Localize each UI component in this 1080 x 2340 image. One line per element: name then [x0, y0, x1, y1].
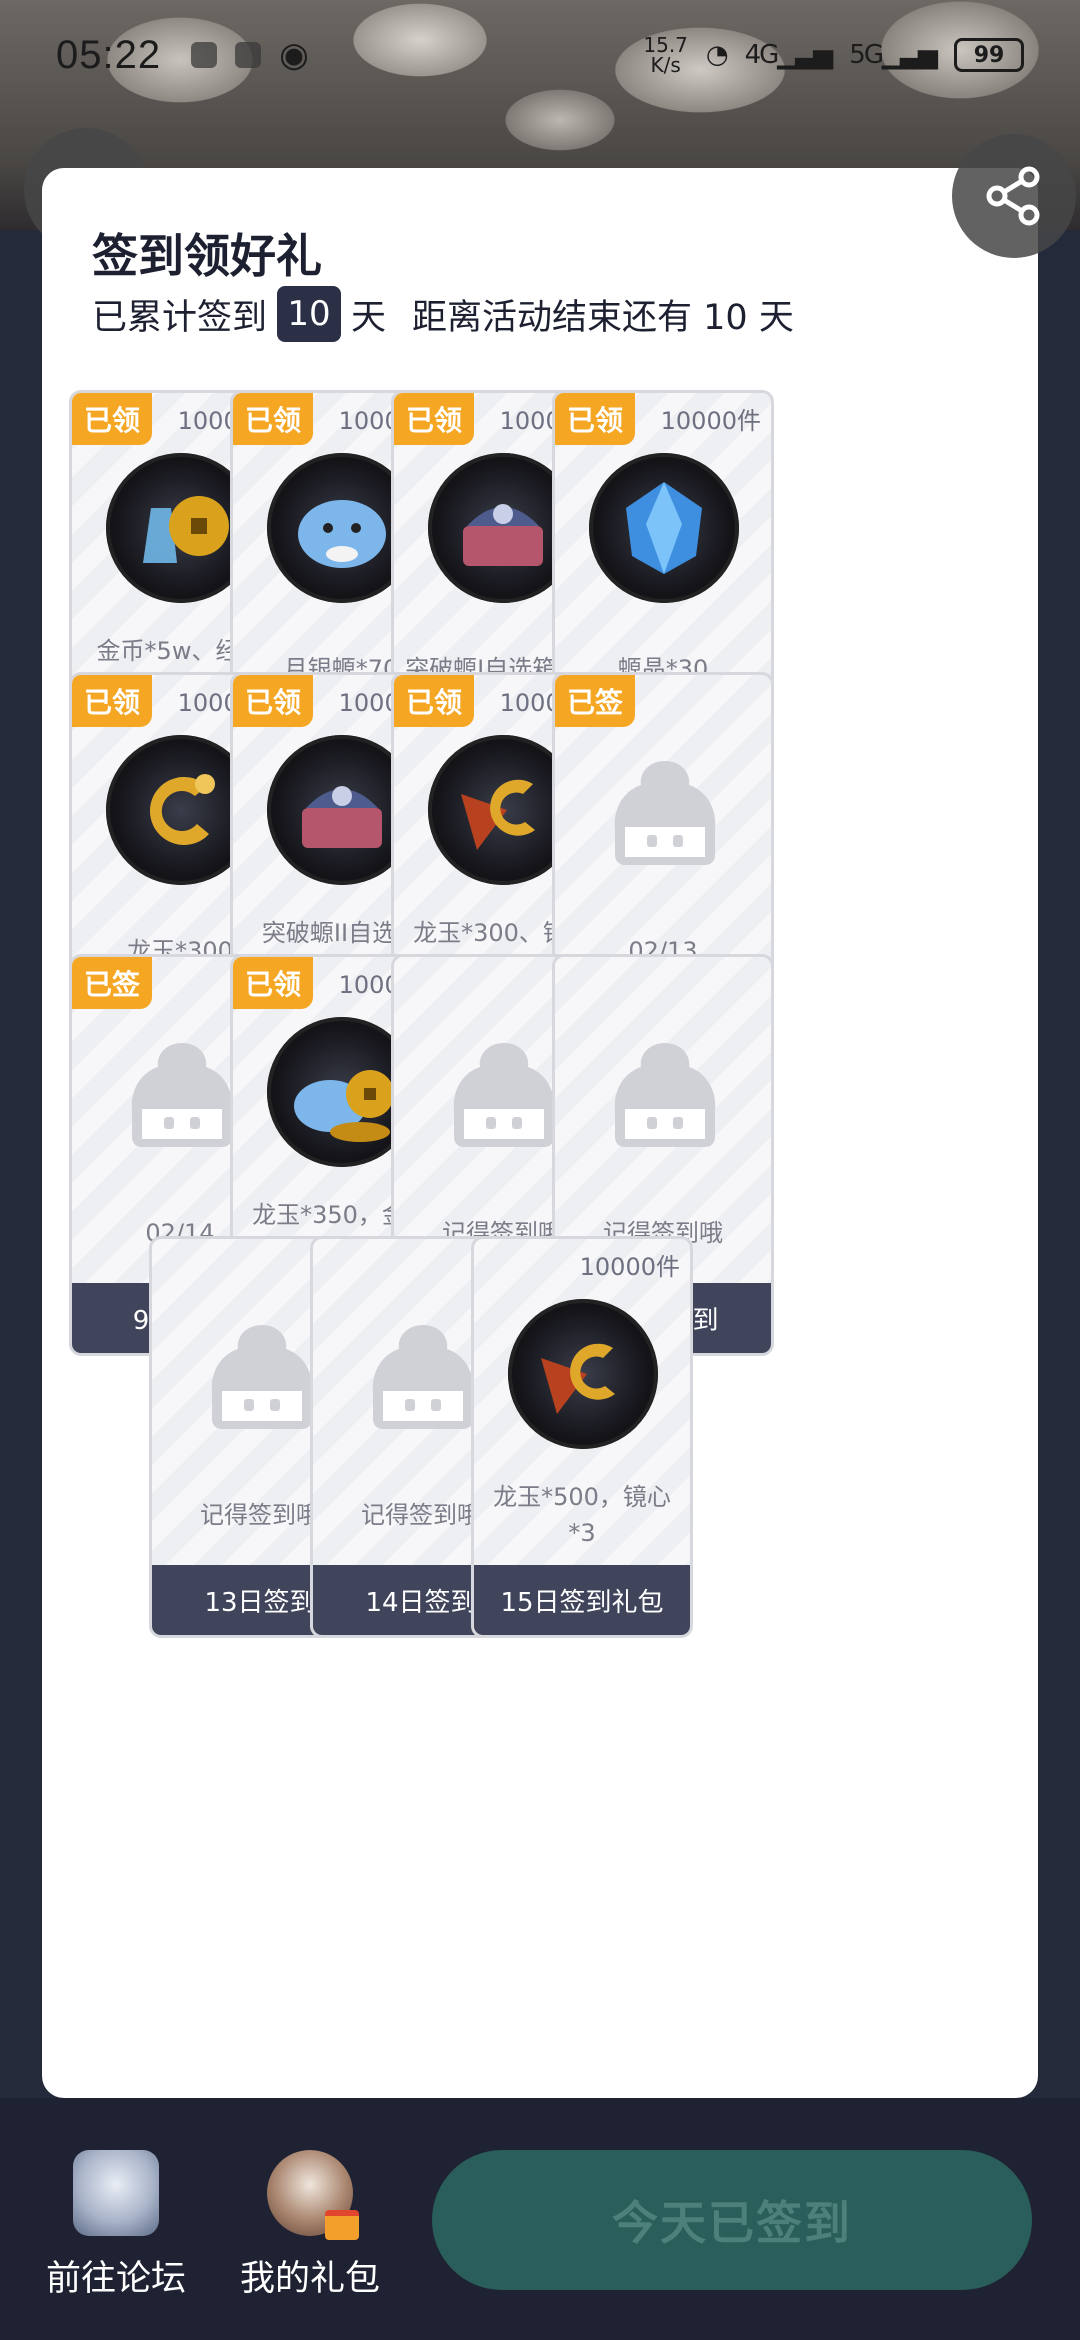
status-badge: 已领: [233, 957, 313, 1009]
share-icon: [986, 166, 1040, 226]
app-notification-icon: [235, 42, 262, 68]
status-badge: 已领: [233, 675, 313, 727]
bottom-action-bar: 前往论坛 我的礼包 今天已签到: [0, 2098, 1080, 2340]
network-speed: 15.7 K/s: [643, 35, 688, 75]
forum-avatar-icon: [73, 2150, 159, 2236]
my-gifts-label: 我的礼包: [240, 2259, 381, 2299]
status-badge: 已领: [72, 393, 152, 445]
checkin-summary: 已累计签到 10 天 距离活动结束还有 10 天: [92, 286, 794, 342]
status-badge: 已领: [555, 393, 635, 445]
status-badge: 已领: [233, 393, 313, 445]
reward-tile[interactable]: 10000件龙玉*500，镜心*3 15日签到礼包: [471, 1236, 693, 1638]
signal-icon: 4G▁▃▅: [744, 40, 834, 70]
status-badge: 已领: [394, 675, 474, 727]
gift-avatar-icon: [267, 2150, 359, 2240]
signed-days-badge: 10: [277, 286, 342, 342]
status-notification-icons: ◉: [191, 35, 309, 75]
forum-link[interactable]: 前往论坛: [46, 2150, 186, 2301]
signed-today-button[interactable]: 今天已签到: [432, 2150, 1032, 2290]
status-time: 05:22: [56, 32, 162, 77]
status-bar: 05:22 ◉ 15.7 K/s ◔ 4G▁▃▅ 5G▁▃▅ 99: [0, 0, 1080, 110]
reward-description: 龙玉*500，镜心*3: [493, 1483, 671, 1547]
checkin-card: 签到领好礼 已累计签到 10 天 距离活动结束还有 10 天 已领 10000件金…: [42, 168, 1038, 2098]
status-badge: 已领: [72, 675, 152, 727]
wifi-icon: ◔: [705, 40, 729, 70]
status-badge: 已签: [555, 675, 635, 727]
jade-mirror-icon: [508, 1299, 658, 1449]
page-title: 签到领好礼: [92, 229, 322, 283]
placeholder-icon: [450, 1039, 558, 1149]
tile-day-label: 15日签到礼包: [474, 1565, 690, 1635]
gift-box-icon: [325, 2210, 359, 2240]
stock-count: 10000件: [579, 1253, 680, 1281]
placeholder-icon: [611, 757, 719, 867]
app-notification-icon: [191, 42, 218, 68]
signal-icon: 5G▁▃▅: [849, 40, 938, 70]
placeholder-icon: [369, 1321, 477, 1431]
my-gifts-link[interactable]: 我的礼包: [240, 2150, 380, 2301]
placeholder-icon: [128, 1039, 236, 1149]
placeholder-icon: [611, 1039, 719, 1149]
signed-suffix: 天: [351, 297, 387, 338]
remaining-days-text: 距离活动结束还有 10 天: [412, 297, 794, 338]
share-button[interactable]: [952, 134, 1076, 258]
eye-icon: ◉: [279, 35, 309, 75]
status-badge: 已签: [72, 957, 152, 1009]
forum-label: 前往论坛: [46, 2259, 187, 2299]
blue-crystal-icon: [589, 453, 739, 603]
battery-icon: 99: [954, 38, 1024, 72]
status-right-group: 15.7 K/s ◔ 4G▁▃▅ 5G▁▃▅ 99: [643, 35, 1024, 75]
battery-level: 99: [973, 42, 1005, 68]
placeholder-icon: [208, 1321, 316, 1431]
signed-prefix: 已累计签到: [92, 297, 268, 338]
status-badge: 已领: [394, 393, 474, 445]
network-speed-value: 15.7: [643, 33, 688, 57]
network-speed-unit: K/s: [650, 53, 681, 77]
stock-count: 10000件: [660, 407, 761, 435]
